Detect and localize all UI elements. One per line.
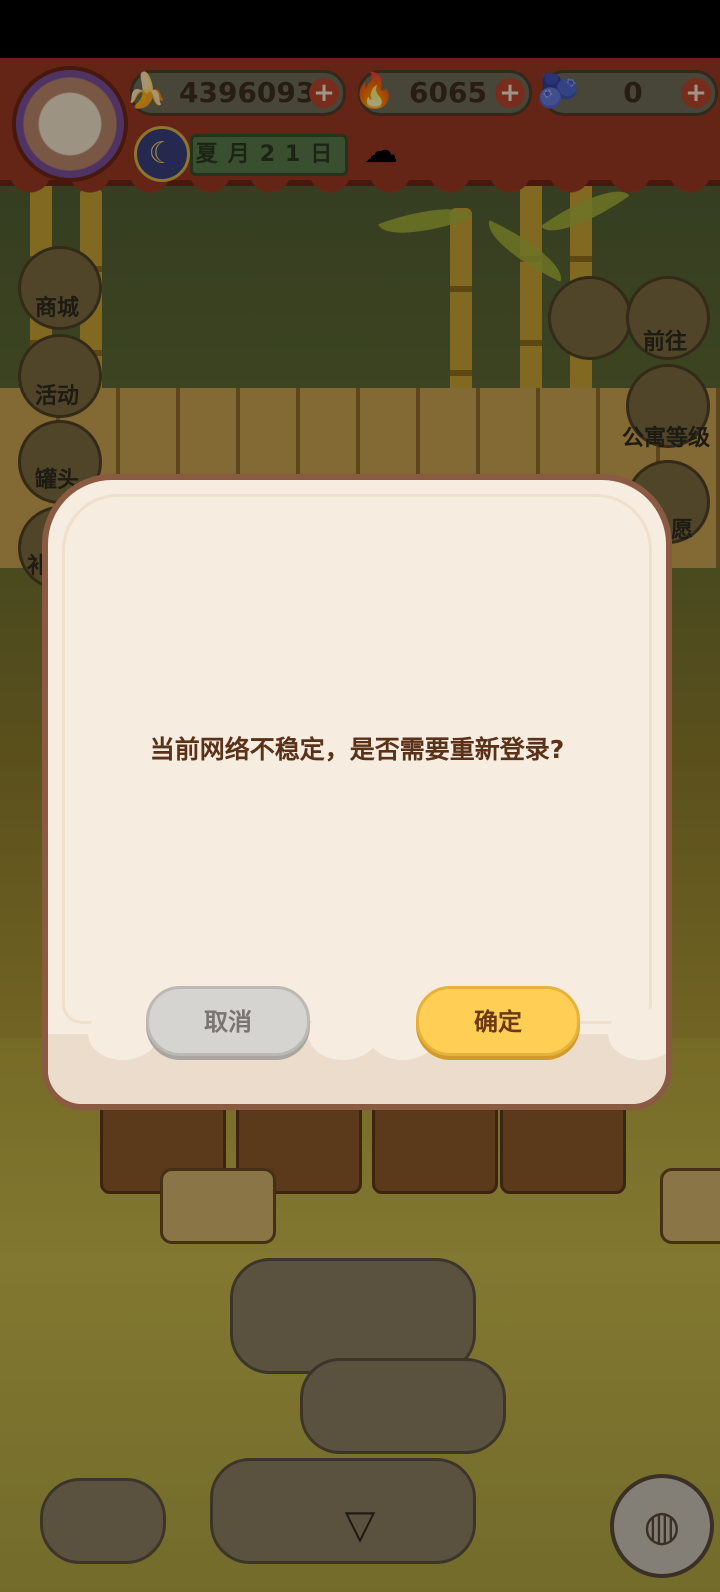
cancel-button[interactable]: 取消 xyxy=(146,986,310,1056)
relogin-dialog: 当前网络不稳定，是否需要重新登录? 取消 确定 xyxy=(42,474,672,1110)
confirm-button[interactable]: 确定 xyxy=(416,986,580,1056)
dialog-message: 当前网络不稳定，是否需要重新登录? xyxy=(149,735,565,764)
dialog-bottom-wave xyxy=(48,1008,666,1104)
